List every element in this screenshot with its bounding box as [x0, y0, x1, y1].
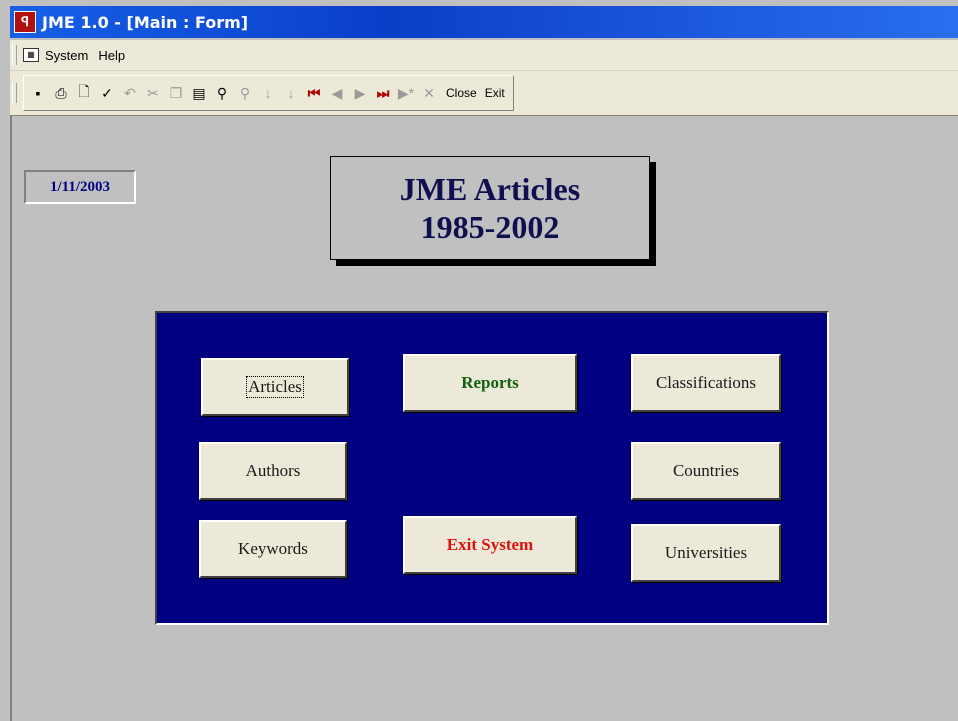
classifications-button[interactable]: Classifications	[631, 354, 781, 412]
toolbar: ▪ ⎙ 🗋 ✓ ↶ ✂ ❐ ▤ ⚲ ⚲ ↓ ↓ ⏮ ◀ ▶ ⏭ ▶* ✕ Clo…	[10, 71, 958, 116]
menu-help[interactable]: Help	[98, 48, 125, 63]
undo-icon[interactable]: ↶	[120, 82, 140, 104]
form-title-line1: JME Articles	[399, 171, 581, 207]
first-record-icon[interactable]: ⏮	[304, 82, 324, 104]
menu-grip[interactable]	[12, 45, 17, 65]
sort-descending-icon[interactable]: ↓	[281, 82, 301, 104]
cut-icon[interactable]: ✂	[143, 82, 163, 104]
authors-button[interactable]: Authors	[199, 442, 347, 500]
articles-label: Articles	[246, 376, 304, 398]
form-title-line2: 1985-2002	[420, 209, 560, 245]
exit-button[interactable]: Exit	[485, 86, 505, 100]
spelling-icon[interactable]: ✓	[97, 82, 117, 104]
copy-icon[interactable]: ❐	[166, 82, 186, 104]
next-record-icon[interactable]: ▶	[350, 82, 370, 104]
sort-ascending-icon[interactable]: ↓	[258, 82, 278, 104]
toolbar-grip[interactable]	[12, 83, 17, 103]
keywords-button[interactable]: Keywords	[199, 520, 347, 578]
authors-label: Authors	[245, 461, 301, 480]
print-preview-icon[interactable]: 🗋	[74, 82, 94, 104]
access-icon[interactable]: ꟼ	[14, 11, 36, 33]
exit-system-label: Exit System	[446, 535, 534, 554]
form-icon[interactable]: ▦	[23, 48, 39, 62]
exit-system-button[interactable]: Exit System	[403, 516, 577, 574]
close-button[interactable]: Close	[446, 86, 477, 100]
find-next-icon[interactable]: ⚲	[235, 82, 255, 104]
new-record-icon[interactable]: ▶*	[396, 82, 416, 104]
paste-icon[interactable]: ▤	[189, 82, 209, 104]
window-left-edge	[10, 115, 12, 721]
last-record-icon[interactable]: ⏭	[373, 82, 393, 104]
previous-record-icon[interactable]: ◀	[327, 82, 347, 104]
date-display: 1/11/2003	[24, 170, 136, 204]
window-title: JME 1.0 - [Main : Form]	[42, 12, 249, 32]
reports-button[interactable]: Reports	[403, 354, 577, 412]
keywords-label: Keywords	[238, 539, 308, 558]
delete-record-icon[interactable]: ✕	[419, 82, 439, 104]
classifications-label: Classifications	[655, 373, 757, 392]
universities-label: Universities	[664, 543, 748, 562]
countries-label: Countries	[672, 461, 740, 480]
articles-button[interactable]: Articles	[201, 358, 349, 416]
menu-system[interactable]: System	[45, 48, 88, 63]
save-icon[interactable]: ▪	[28, 82, 48, 104]
menu-bar: ▦ System Help	[10, 40, 958, 71]
navigation-panel: Articles Reports Classifications Authors…	[155, 311, 829, 625]
form-title-box: JME Articles 1985-2002	[330, 156, 650, 260]
universities-button[interactable]: Universities	[631, 524, 781, 582]
find-icon[interactable]: ⚲	[212, 82, 232, 104]
countries-button[interactable]: Countries	[631, 442, 781, 500]
print-icon[interactable]: ⎙	[51, 82, 71, 104]
toolbar-buttons: ▪ ⎙ 🗋 ✓ ↶ ✂ ❐ ▤ ⚲ ⚲ ↓ ↓ ⏮ ◀ ▶ ⏭ ▶* ✕ Clo…	[23, 75, 514, 111]
reports-label: Reports	[461, 373, 519, 392]
title-bar: ꟼ JME 1.0 - [Main : Form]	[10, 6, 958, 38]
